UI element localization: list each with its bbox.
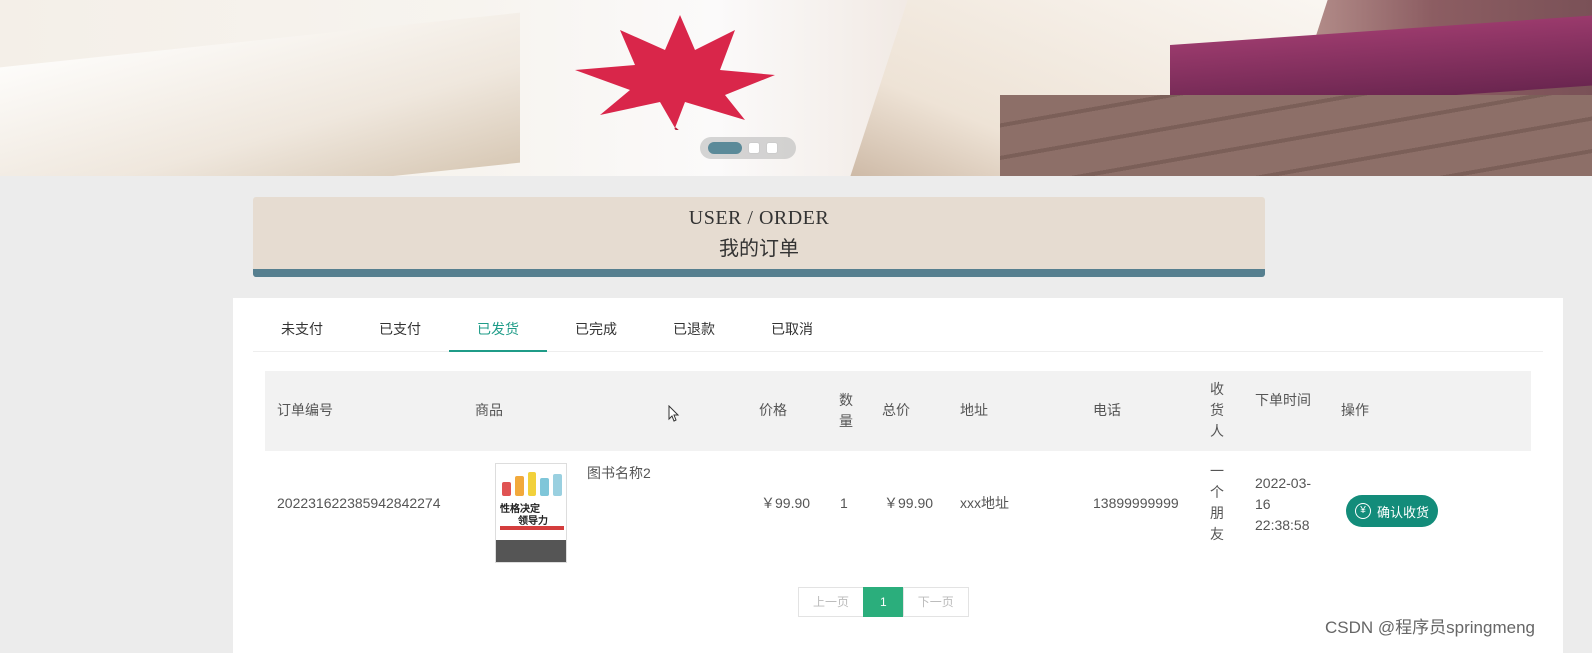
page-title-box: USER / ORDER 我的订单 (253, 197, 1265, 277)
page-title-cn: 我的订单 (719, 238, 799, 260)
prev-page-button[interactable]: 上一页 (798, 587, 865, 617)
col-order-time: 下单时间 (1255, 392, 1311, 408)
banner-book-page (0, 12, 520, 176)
cover-footer (496, 540, 566, 562)
order-number: 20223162238594284227​4 (277, 495, 441, 511)
col-price: 价格 (759, 402, 787, 418)
table-row: 20223162238594284227​4 性格决定 领导力 图书名称2 ￥9… (265, 451, 1531, 581)
confirm-receipt-label: 确认收货 (1376, 504, 1429, 520)
cover-title-2: 领导力 (518, 516, 548, 527)
confirm-receipt-button[interactable]: ¥ 确认收货 (1346, 495, 1438, 527)
tab-shipped[interactable]: 已发货 (449, 306, 547, 352)
total-value: ￥99.90 (884, 495, 934, 511)
yen-circle-icon: ¥ (1354, 503, 1371, 519)
receiver-value: 一个朋友 (1210, 463, 1224, 542)
table-header: 订单编号 商品 价格 数量 总价 地址 电话 收货人 下单时间 操作 (265, 371, 1531, 451)
tab-completed[interactable]: 已完成 (547, 306, 645, 352)
col-action: 操作 (1341, 402, 1369, 418)
tab-paid[interactable]: 已支付 (351, 306, 449, 352)
book-cover-image[interactable]: 性格决定 领导力 (495, 463, 567, 563)
orders-panel: 未支付 已支付 已发货 已完成 已退款 已取消 订单编号 商品 价格 数量 总价… (233, 298, 1563, 653)
cover-bars (502, 470, 562, 496)
book-name[interactable]: 图书名称2 (587, 463, 651, 484)
mouse-cursor-icon (668, 405, 680, 422)
col-address: 地址 (960, 402, 988, 418)
tab-cancelled[interactable]: 已取消 (743, 306, 841, 352)
order-status-tabs: 未支付 已支付 已发货 已完成 已退款 已取消 (253, 306, 1543, 352)
banner-carousel (0, 0, 1592, 176)
next-page-button[interactable]: 下一页 (902, 587, 969, 617)
page-title-en: USER / ORDER (688, 207, 830, 229)
col-product: 商品 (475, 402, 503, 418)
maple-leaf-image (575, 15, 775, 130)
carousel-dots (700, 137, 796, 159)
banner-wood-table (1000, 95, 1592, 176)
phone-value: 13899999999 (1093, 495, 1179, 511)
qty-value: 1 (840, 495, 848, 511)
order-time-value: 2022-03-16 22:38:58 (1255, 475, 1312, 533)
carousel-dot-3[interactable] (766, 142, 778, 154)
col-total: 总价 (882, 402, 910, 418)
col-receiver: 收货人 (1210, 381, 1224, 439)
col-qty: 数量 (839, 392, 853, 429)
tab-refunded[interactable]: 已退款 (645, 306, 743, 352)
carousel-dot-2[interactable] (748, 142, 760, 154)
carousel-dot-1[interactable] (708, 142, 742, 154)
cover-stripe (500, 526, 564, 530)
col-phone: 电话 (1093, 402, 1121, 418)
price-value: ￥99.90 (761, 495, 811, 511)
address-value: xxx地址 (960, 495, 1009, 511)
col-order-no: 订单编号 (277, 402, 333, 418)
page-1-button[interactable]: 1 (863, 587, 904, 617)
tab-unpaid[interactable]: 未支付 (253, 306, 351, 352)
watermark: CSDN @程序员springmeng (1325, 618, 1535, 637)
pagination: 上一页 1 下一页 (798, 587, 969, 617)
